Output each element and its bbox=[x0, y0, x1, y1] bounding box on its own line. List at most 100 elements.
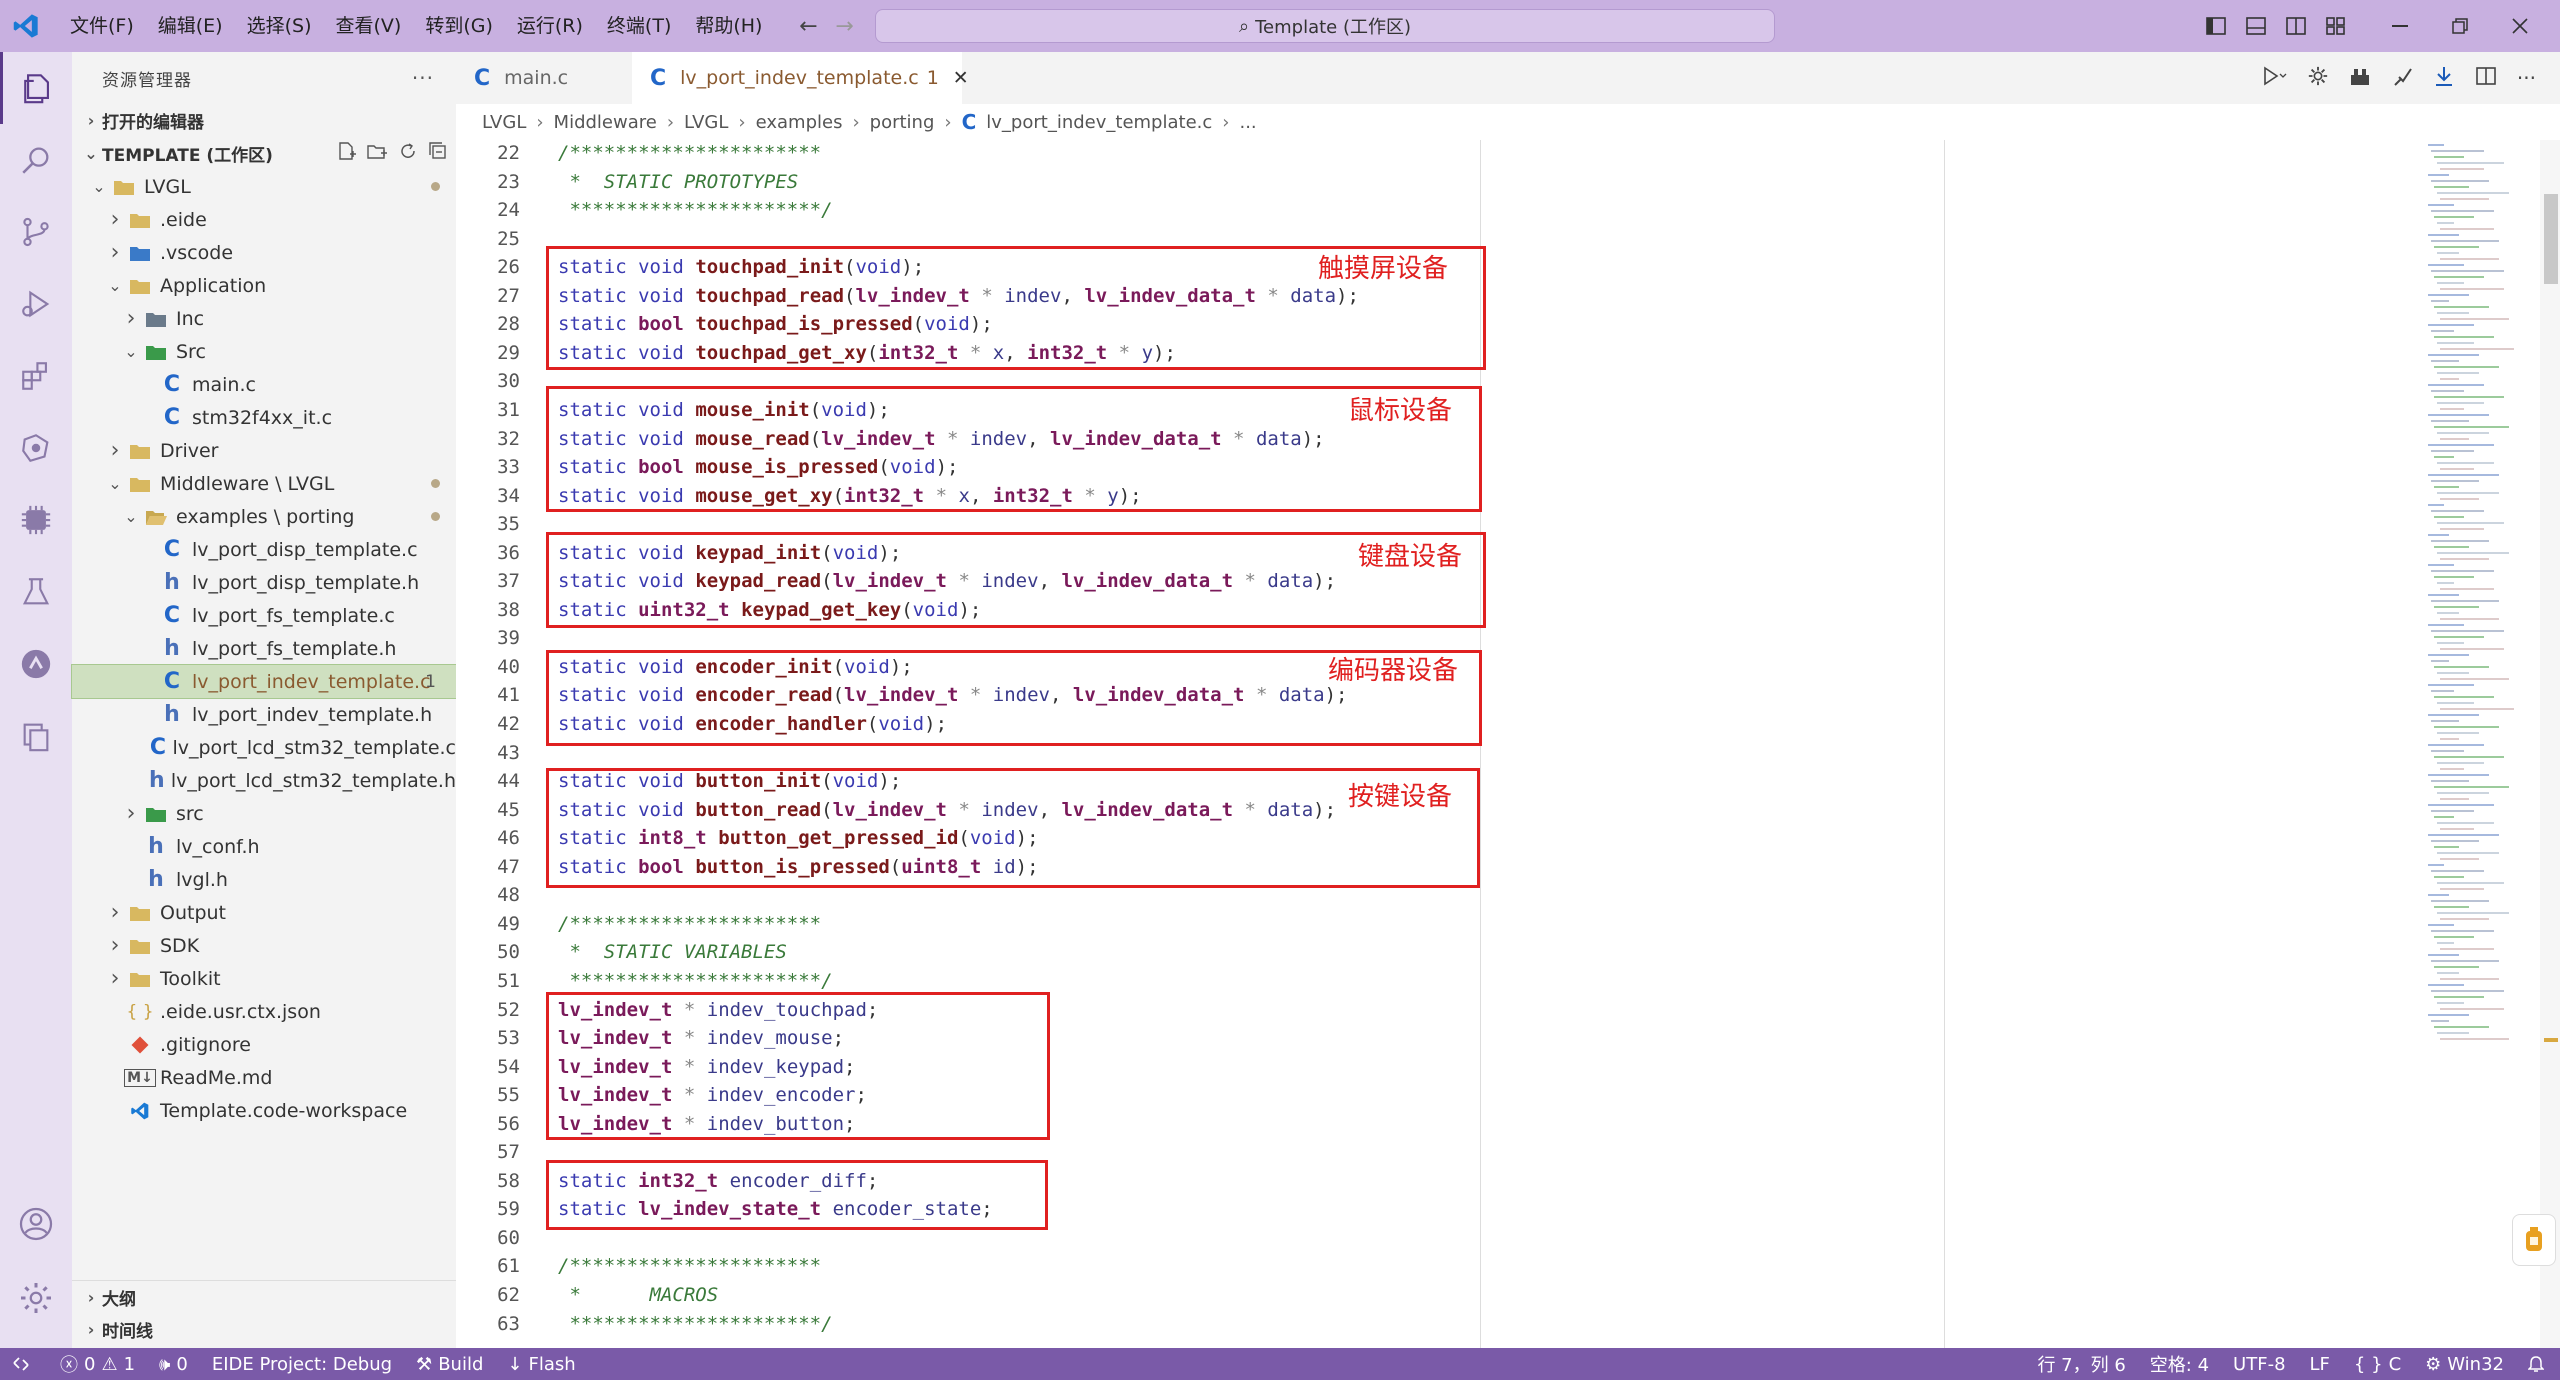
new-folder-icon[interactable] bbox=[366, 141, 388, 166]
tree-item[interactable]: Clv_port_indev_template.c 1 bbox=[71, 664, 457, 699]
workspace-section[interactable]: ⌄ TEMPLATE (工作区) bbox=[72, 137, 456, 170]
remote-explorer-icon[interactable] bbox=[0, 700, 72, 772]
open-editors-section[interactable]: › 打开的编辑器 bbox=[72, 104, 456, 137]
tree-item[interactable]: ⌄ Src bbox=[72, 335, 456, 368]
toggle-sidebar-icon[interactable] bbox=[2196, 0, 2236, 52]
explorer-icon[interactable] bbox=[0, 52, 72, 124]
tree-item[interactable]: Clv_port_disp_template.c bbox=[72, 533, 456, 566]
tree-item[interactable]: › .eide bbox=[72, 203, 456, 236]
menu-item[interactable]: 选择(S) bbox=[235, 0, 324, 52]
settings-gear-icon[interactable] bbox=[0, 1262, 72, 1334]
menu-item[interactable]: 终端(T) bbox=[595, 0, 683, 52]
build-icon[interactable] bbox=[2349, 65, 2371, 92]
copilot-chat-icon[interactable] bbox=[2512, 1214, 2556, 1266]
menu-item[interactable]: 文件(F) bbox=[58, 0, 146, 52]
chip-icon[interactable] bbox=[0, 484, 72, 556]
breadcrumb-item[interactable]: ... bbox=[1239, 112, 1256, 133]
back-arrow-icon[interactable]: ← bbox=[790, 14, 826, 39]
minimap[interactable] bbox=[2424, 140, 2534, 1348]
account-icon[interactable] bbox=[0, 1188, 72, 1260]
tree-item[interactable]: ⌄ Application bbox=[72, 269, 456, 302]
customize-layout-icon[interactable] bbox=[2316, 0, 2356, 52]
tree-item[interactable]: Template.code-workspace bbox=[72, 1094, 456, 1127]
outline-section[interactable]: › 大纲 bbox=[72, 1280, 456, 1313]
tree-item[interactable]: ⌄ Middleware \ LVGL bbox=[72, 467, 456, 500]
tree-item[interactable]: › src bbox=[72, 797, 456, 830]
tab-lv-port-indev-template-c[interactable]: C lv_port_indev_template.c 1 ✕ bbox=[632, 52, 969, 104]
eide-project-status[interactable]: EIDE Project: Debug bbox=[200, 1354, 404, 1375]
download-flash-icon[interactable] bbox=[2433, 65, 2455, 92]
extensions-icon[interactable] bbox=[0, 340, 72, 412]
more-actions-icon[interactable]: ··· bbox=[412, 66, 434, 90]
menu-item[interactable]: 编辑(E) bbox=[146, 0, 235, 52]
more-actions-icon[interactable]: ··· bbox=[2517, 66, 2536, 90]
breadcrumb-item[interactable]: porting bbox=[870, 112, 935, 133]
close-window-icon[interactable] bbox=[2490, 0, 2550, 52]
restore-icon[interactable] bbox=[2430, 0, 2490, 52]
breadcrumb-item[interactable]: lv_port_indev_template.c bbox=[986, 112, 1212, 133]
end-of-line[interactable]: LF bbox=[2298, 1354, 2342, 1375]
tab-main-c[interactable]: C main.c bbox=[456, 52, 632, 104]
tree-item[interactable]: .gitignore bbox=[72, 1028, 456, 1061]
tree-item[interactable]: ⌄ LVGL bbox=[72, 170, 456, 203]
tree-item[interactable]: Clv_port_lcd_stm32_template.c bbox=[72, 731, 456, 764]
tree-item[interactable]: h lv_port_fs_template.h bbox=[72, 632, 456, 665]
menu-item[interactable]: 转到(G) bbox=[413, 0, 505, 52]
tree-item[interactable]: h lv_port_disp_template.h bbox=[72, 566, 456, 599]
tree-item[interactable]: › Output bbox=[72, 896, 456, 929]
forward-arrow-icon[interactable]: → bbox=[826, 14, 862, 39]
tree-item[interactable]: › Driver bbox=[72, 434, 456, 467]
remote-icon[interactable] bbox=[0, 1355, 48, 1373]
build-button[interactable]: ⚒ Build bbox=[404, 1354, 495, 1375]
tree-item[interactable]: › Toolkit bbox=[72, 962, 456, 995]
timeline-section[interactable]: › 时间线 bbox=[72, 1313, 456, 1346]
tree-item[interactable]: h lv_conf.h bbox=[72, 830, 456, 863]
tree-item[interactable]: › SDK bbox=[72, 929, 456, 962]
tree-item[interactable]: h lvgl.h bbox=[72, 863, 456, 896]
collapse-all-icon[interactable] bbox=[428, 141, 448, 166]
breadcrumb-item[interactable]: examples bbox=[756, 112, 843, 133]
run-debug-icon[interactable] bbox=[0, 268, 72, 340]
breadcrumb-item[interactable]: LVGL bbox=[684, 112, 728, 133]
code-editor[interactable]: 22 /********************** 23 * STATIC PRO… bbox=[456, 140, 2528, 1348]
settings-gear-icon[interactable] bbox=[2307, 65, 2329, 92]
tree-item[interactable]: h lv_port_lcd_stm32_template.h bbox=[72, 764, 456, 797]
encoding[interactable]: UTF-8 bbox=[2221, 1354, 2297, 1375]
flash-button[interactable]: ↓ Flash bbox=[495, 1354, 587, 1375]
run-code-icon[interactable] bbox=[2261, 65, 2287, 92]
ports-indicator[interactable]: 🕪 0 bbox=[147, 1354, 200, 1375]
search-activity-icon[interactable] bbox=[0, 124, 72, 196]
close-tab-icon[interactable]: ✕ bbox=[953, 67, 969, 89]
eide-icon[interactable] bbox=[0, 412, 72, 484]
refresh-icon[interactable] bbox=[398, 141, 418, 166]
toggle-panel-icon[interactable] bbox=[2236, 0, 2276, 52]
new-file-icon[interactable] bbox=[336, 141, 356, 166]
tree-item[interactable]: › .vscode bbox=[72, 236, 456, 269]
tree-item[interactable]: Clv_port_fs_template.c bbox=[72, 599, 456, 632]
command-center-search[interactable]: ⌕ Template (工作区) bbox=[875, 9, 1775, 43]
toggle-secondary-sidebar-icon[interactable] bbox=[2276, 0, 2316, 52]
scrollbar-thumb[interactable] bbox=[2544, 194, 2558, 284]
platform[interactable]: ⚙ Win32 bbox=[2413, 1354, 2516, 1375]
menu-item[interactable]: 查看(V) bbox=[324, 0, 414, 52]
menu-item[interactable]: 帮助(H) bbox=[683, 0, 774, 52]
tree-item[interactable]: Cstm32f4xx_it.c bbox=[72, 401, 456, 434]
testing-icon[interactable] bbox=[0, 556, 72, 628]
tree-item[interactable]: › Inc bbox=[72, 302, 456, 335]
breadcrumb-item[interactable]: LVGL bbox=[482, 112, 526, 133]
platformio-icon[interactable] bbox=[0, 628, 72, 700]
split-editor-icon[interactable] bbox=[2475, 65, 2497, 92]
minimize-icon[interactable] bbox=[2370, 0, 2430, 52]
tree-item[interactable]: ⌄ examples \ porting bbox=[72, 500, 456, 533]
vertical-scrollbar[interactable] bbox=[2540, 140, 2560, 1348]
cursor-position[interactable]: 行 7，列 6 bbox=[2025, 1351, 2137, 1377]
tree-item[interactable]: h lv_port_indev_template.h bbox=[72, 698, 456, 731]
tree-item[interactable]: M↓ ReadMe.md bbox=[72, 1061, 456, 1094]
source-control-icon[interactable] bbox=[0, 196, 72, 268]
notifications-icon[interactable] bbox=[2516, 1355, 2560, 1373]
menu-item[interactable]: 运行(R) bbox=[505, 0, 595, 52]
tree-item[interactable]: Cmain.c bbox=[72, 368, 456, 401]
indentation[interactable]: 空格: 4 bbox=[2138, 1351, 2221, 1377]
language-mode[interactable]: { } C bbox=[2342, 1354, 2413, 1375]
tree-item[interactable]: { } .eide.usr.ctx.json bbox=[72, 995, 456, 1028]
